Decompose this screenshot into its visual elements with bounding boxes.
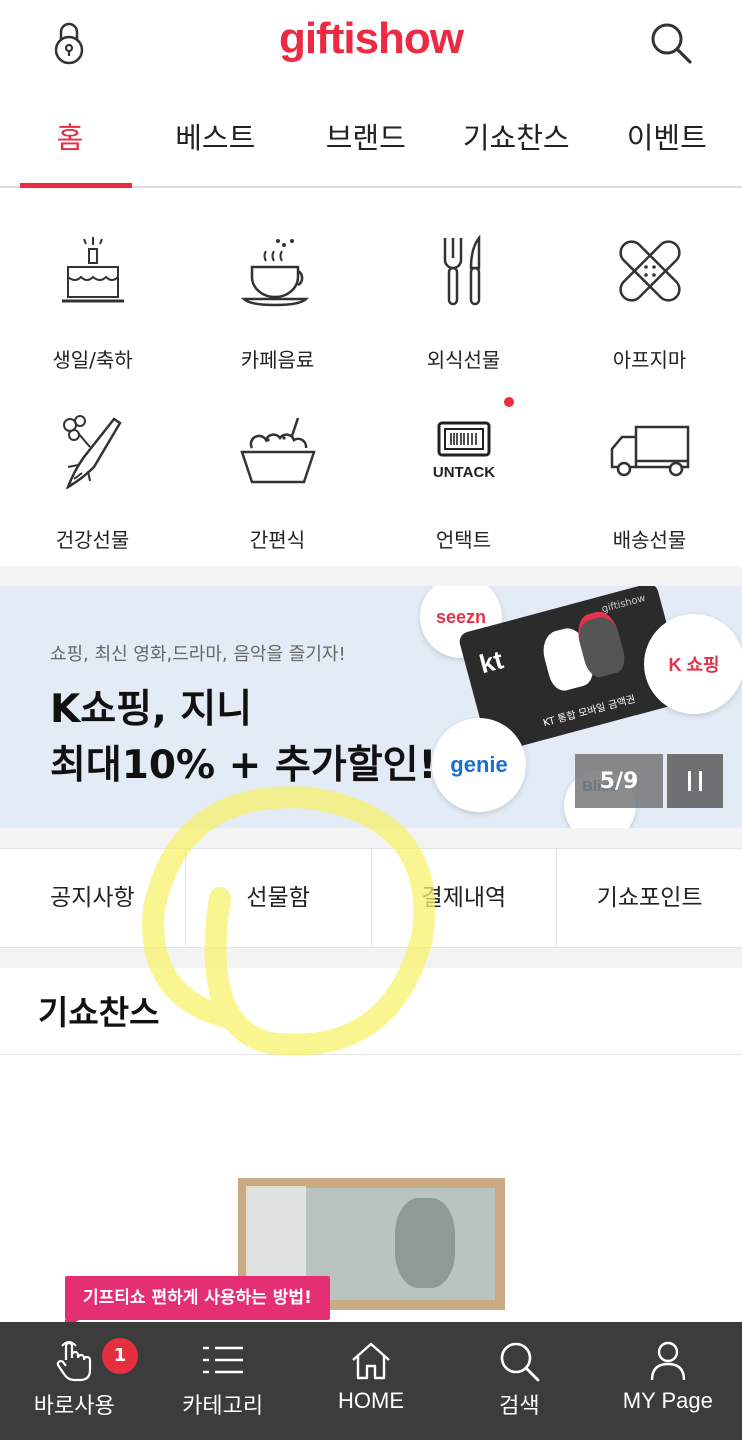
quick-giftbox[interactable]: 선물함 — [186, 849, 372, 947]
card-caption: KT 통합 모바일 금액권 — [542, 694, 637, 730]
bottom-tab-mypage[interactable]: MY Page — [594, 1322, 742, 1440]
new-dot — [504, 397, 514, 407]
bottom-tab-label: 검색 — [499, 1394, 540, 1419]
tab-best[interactable]: 베스트 — [140, 96, 291, 186]
bottom-tab-label: HOME — [338, 1388, 405, 1413]
bottom-tab-search[interactable]: 검색 — [445, 1322, 593, 1440]
bottom-tab-category[interactable]: 카테고리 — [148, 1322, 296, 1440]
divider — [0, 1054, 742, 1055]
tab-home[interactable]: 홈 — [0, 96, 140, 188]
category-label: 언택트 — [435, 528, 492, 552]
untack-barcode-icon: UNTACK — [371, 406, 556, 496]
category-mealkit[interactable]: 간편식 — [185, 406, 370, 553]
person-icon — [594, 1322, 742, 1384]
section-title: 기쇼찬스 — [38, 993, 160, 1032]
ginseng-icon — [0, 406, 185, 496]
untack-text: UNTACK — [432, 464, 494, 481]
quick-points[interactable]: 기쇼포인트 — [557, 849, 742, 947]
main-nav: 홈 베스트 브랜드 기쇼찬스 이벤트 — [0, 96, 742, 188]
category-grid: 생일/축하 카페음료 외식선물 아프지마 건강선물 간편식 UNTACK 언택트… — [0, 190, 742, 566]
home-icon — [297, 1322, 445, 1384]
search-icon — [445, 1322, 593, 1384]
birthday-cake-icon — [0, 226, 185, 316]
category-label: 배송선물 — [612, 528, 687, 552]
section-divider — [0, 566, 742, 586]
category-label: 외식선물 — [426, 348, 501, 372]
tab-event[interactable]: 이벤트 — [592, 96, 742, 186]
coffee-cup-icon — [185, 226, 370, 316]
category-label: 카페음료 — [240, 348, 315, 372]
category-getwell[interactable]: 아프지마 — [557, 226, 742, 373]
bottom-tab-label: 바로사용 — [33, 1394, 115, 1419]
quick-payments[interactable]: 결제내역 — [372, 849, 558, 947]
banner-page-counter: 5/9 — [575, 754, 663, 808]
bottom-tab-home[interactable]: HOME — [297, 1322, 445, 1440]
category-cafe[interactable]: 카페음료 — [185, 226, 370, 373]
section-divider — [0, 948, 742, 968]
category-label: 아프지마 — [612, 348, 687, 372]
section-divider — [0, 828, 742, 848]
category-health[interactable]: 건강선물 — [0, 406, 185, 553]
notification-badge: 1 — [102, 1338, 138, 1374]
bottom-tab-label: MY Page — [622, 1388, 713, 1413]
banner-title-line1: K쇼핑, 지니 — [50, 687, 253, 732]
bandage-icon — [557, 226, 742, 316]
tab-chance[interactable]: 기쇼찬스 — [441, 96, 592, 186]
category-dining[interactable]: 외식선물 — [371, 226, 556, 373]
tab-brand[interactable]: 브랜드 — [291, 96, 442, 186]
app-header: giftishow — [0, 0, 742, 90]
menu-list-icon — [148, 1322, 296, 1384]
promo-banner[interactable]: 쇼핑, 최신 영화,드라마, 음악을 즐기자! K쇼핑, 지니 최대10% + … — [0, 586, 742, 828]
card-brand-text: giftishow — [600, 592, 647, 616]
banner-title-line2: 최대10% + 추가할인! — [50, 743, 437, 788]
app-logo[interactable]: giftishow — [0, 14, 742, 64]
banner-subtitle: 쇼핑, 최신 영화,드라마, 음악을 즐기자! — [50, 644, 346, 665]
portrait-illustration — [395, 1198, 455, 1288]
search-icon[interactable] — [646, 18, 696, 68]
genie-logo: genie — [432, 718, 526, 812]
category-untact[interactable]: UNTACK 언택트 — [371, 406, 556, 553]
usage-guide-tooltip[interactable]: 기프티쇼 편하게 사용하는 방법! — [65, 1276, 330, 1330]
bottom-tab-quickuse[interactable]: 바로사용 1 — [0, 1322, 148, 1440]
bottom-tab-bar: 바로사용 1 카테고리 HOME 검색 MY Page — [0, 1322, 742, 1440]
kshop-logo: K 쇼핑 — [644, 614, 742, 714]
category-label: 간편식 — [249, 528, 306, 552]
category-label: 건강선물 — [55, 528, 130, 552]
category-birthday[interactable]: 생일/축하 — [0, 226, 185, 373]
bottom-tab-label: 카테고리 — [182, 1394, 264, 1419]
category-delivery[interactable]: 배송선물 — [557, 406, 742, 553]
quick-notice[interactable]: 공지사항 — [0, 849, 186, 947]
pause-icon[interactable] — [667, 754, 723, 808]
quick-menu: 공지사항 선물함 결제내역 기쇼포인트 — [0, 848, 742, 948]
fork-knife-icon — [371, 226, 556, 316]
delivery-truck-icon — [557, 406, 742, 496]
food-bowl-icon — [185, 406, 370, 496]
category-label: 생일/축하 — [52, 348, 133, 372]
kt-logo: kt — [476, 644, 507, 680]
